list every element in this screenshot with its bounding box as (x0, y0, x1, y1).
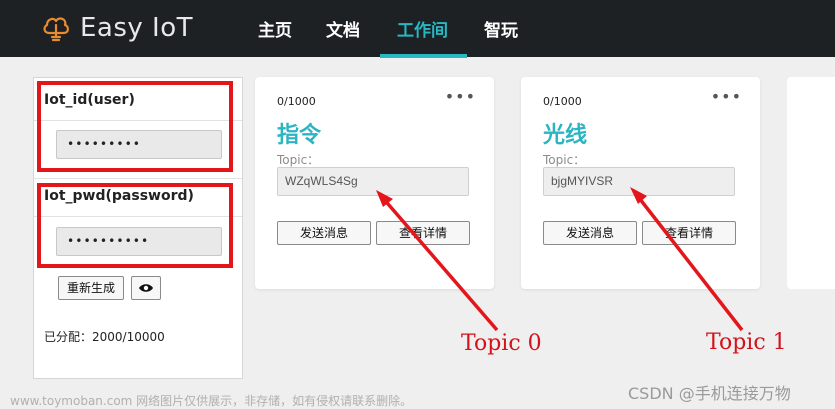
topic-label: Topic： (277, 153, 320, 167)
more-options-icon[interactable]: ••• (445, 87, 476, 106)
nav-workspace[interactable]: 工作间 (397, 16, 448, 41)
watermark: www.toymoban.com 网络图片仅供展示，非存储，如有侵权请联系删除。 (10, 394, 413, 408)
send-message-button[interactable]: 发送消息 (543, 221, 637, 245)
topic-card: 0/1000 ••• 光线 Topic： bjgMYIVSR 发送消息 查看详情 (521, 77, 760, 289)
card-title[interactable]: 指令 (277, 117, 321, 149)
cloud-lightbulb-icon (43, 17, 69, 42)
logo-text: Easy IoT (80, 13, 194, 43)
topic-label: Topic： (543, 153, 586, 167)
topic-card-partial (787, 77, 835, 289)
highlight-box-pwd (37, 183, 233, 268)
top-navbar: Easy IoT 主页 文档 工作间 智玩 (0, 0, 835, 58)
eye-icon (139, 284, 153, 292)
send-message-button[interactable]: 发送消息 (277, 221, 371, 245)
annotation-topic0: Topic 0 (461, 331, 542, 356)
nav-home[interactable]: 主页 (258, 16, 292, 41)
show-password-button[interactable] (131, 276, 161, 300)
topic-card: 0/1000 ••• 指令 Topic： WZqWLS4Sg 发送消息 查看详情 (255, 77, 494, 289)
annotation-topic1: Topic 1 (706, 330, 787, 355)
highlight-box-id (37, 81, 233, 172)
message-count: 0/1000 (277, 95, 316, 108)
active-tab-indicator (380, 54, 467, 58)
card-title[interactable]: 光线 (543, 117, 587, 149)
topic-field[interactable]: WZqWLS4Sg (277, 167, 469, 196)
regenerate-button[interactable]: 重新生成 (58, 276, 124, 300)
view-details-button[interactable]: 查看详情 (642, 221, 736, 245)
logo[interactable]: Easy IoT (42, 10, 193, 46)
divider (34, 178, 242, 179)
view-details-button[interactable]: 查看详情 (376, 221, 470, 245)
quota-text: 已分配：2000/10000 (44, 330, 165, 344)
nav-docs[interactable]: 文档 (326, 16, 360, 41)
message-count: 0/1000 (543, 95, 582, 108)
nav-play[interactable]: 智玩 (484, 16, 518, 41)
csdn-watermark: CSDN @手机连接万物 (628, 384, 791, 403)
topic-field[interactable]: bjgMYIVSR (543, 167, 735, 196)
more-options-icon[interactable]: ••• (711, 87, 742, 106)
